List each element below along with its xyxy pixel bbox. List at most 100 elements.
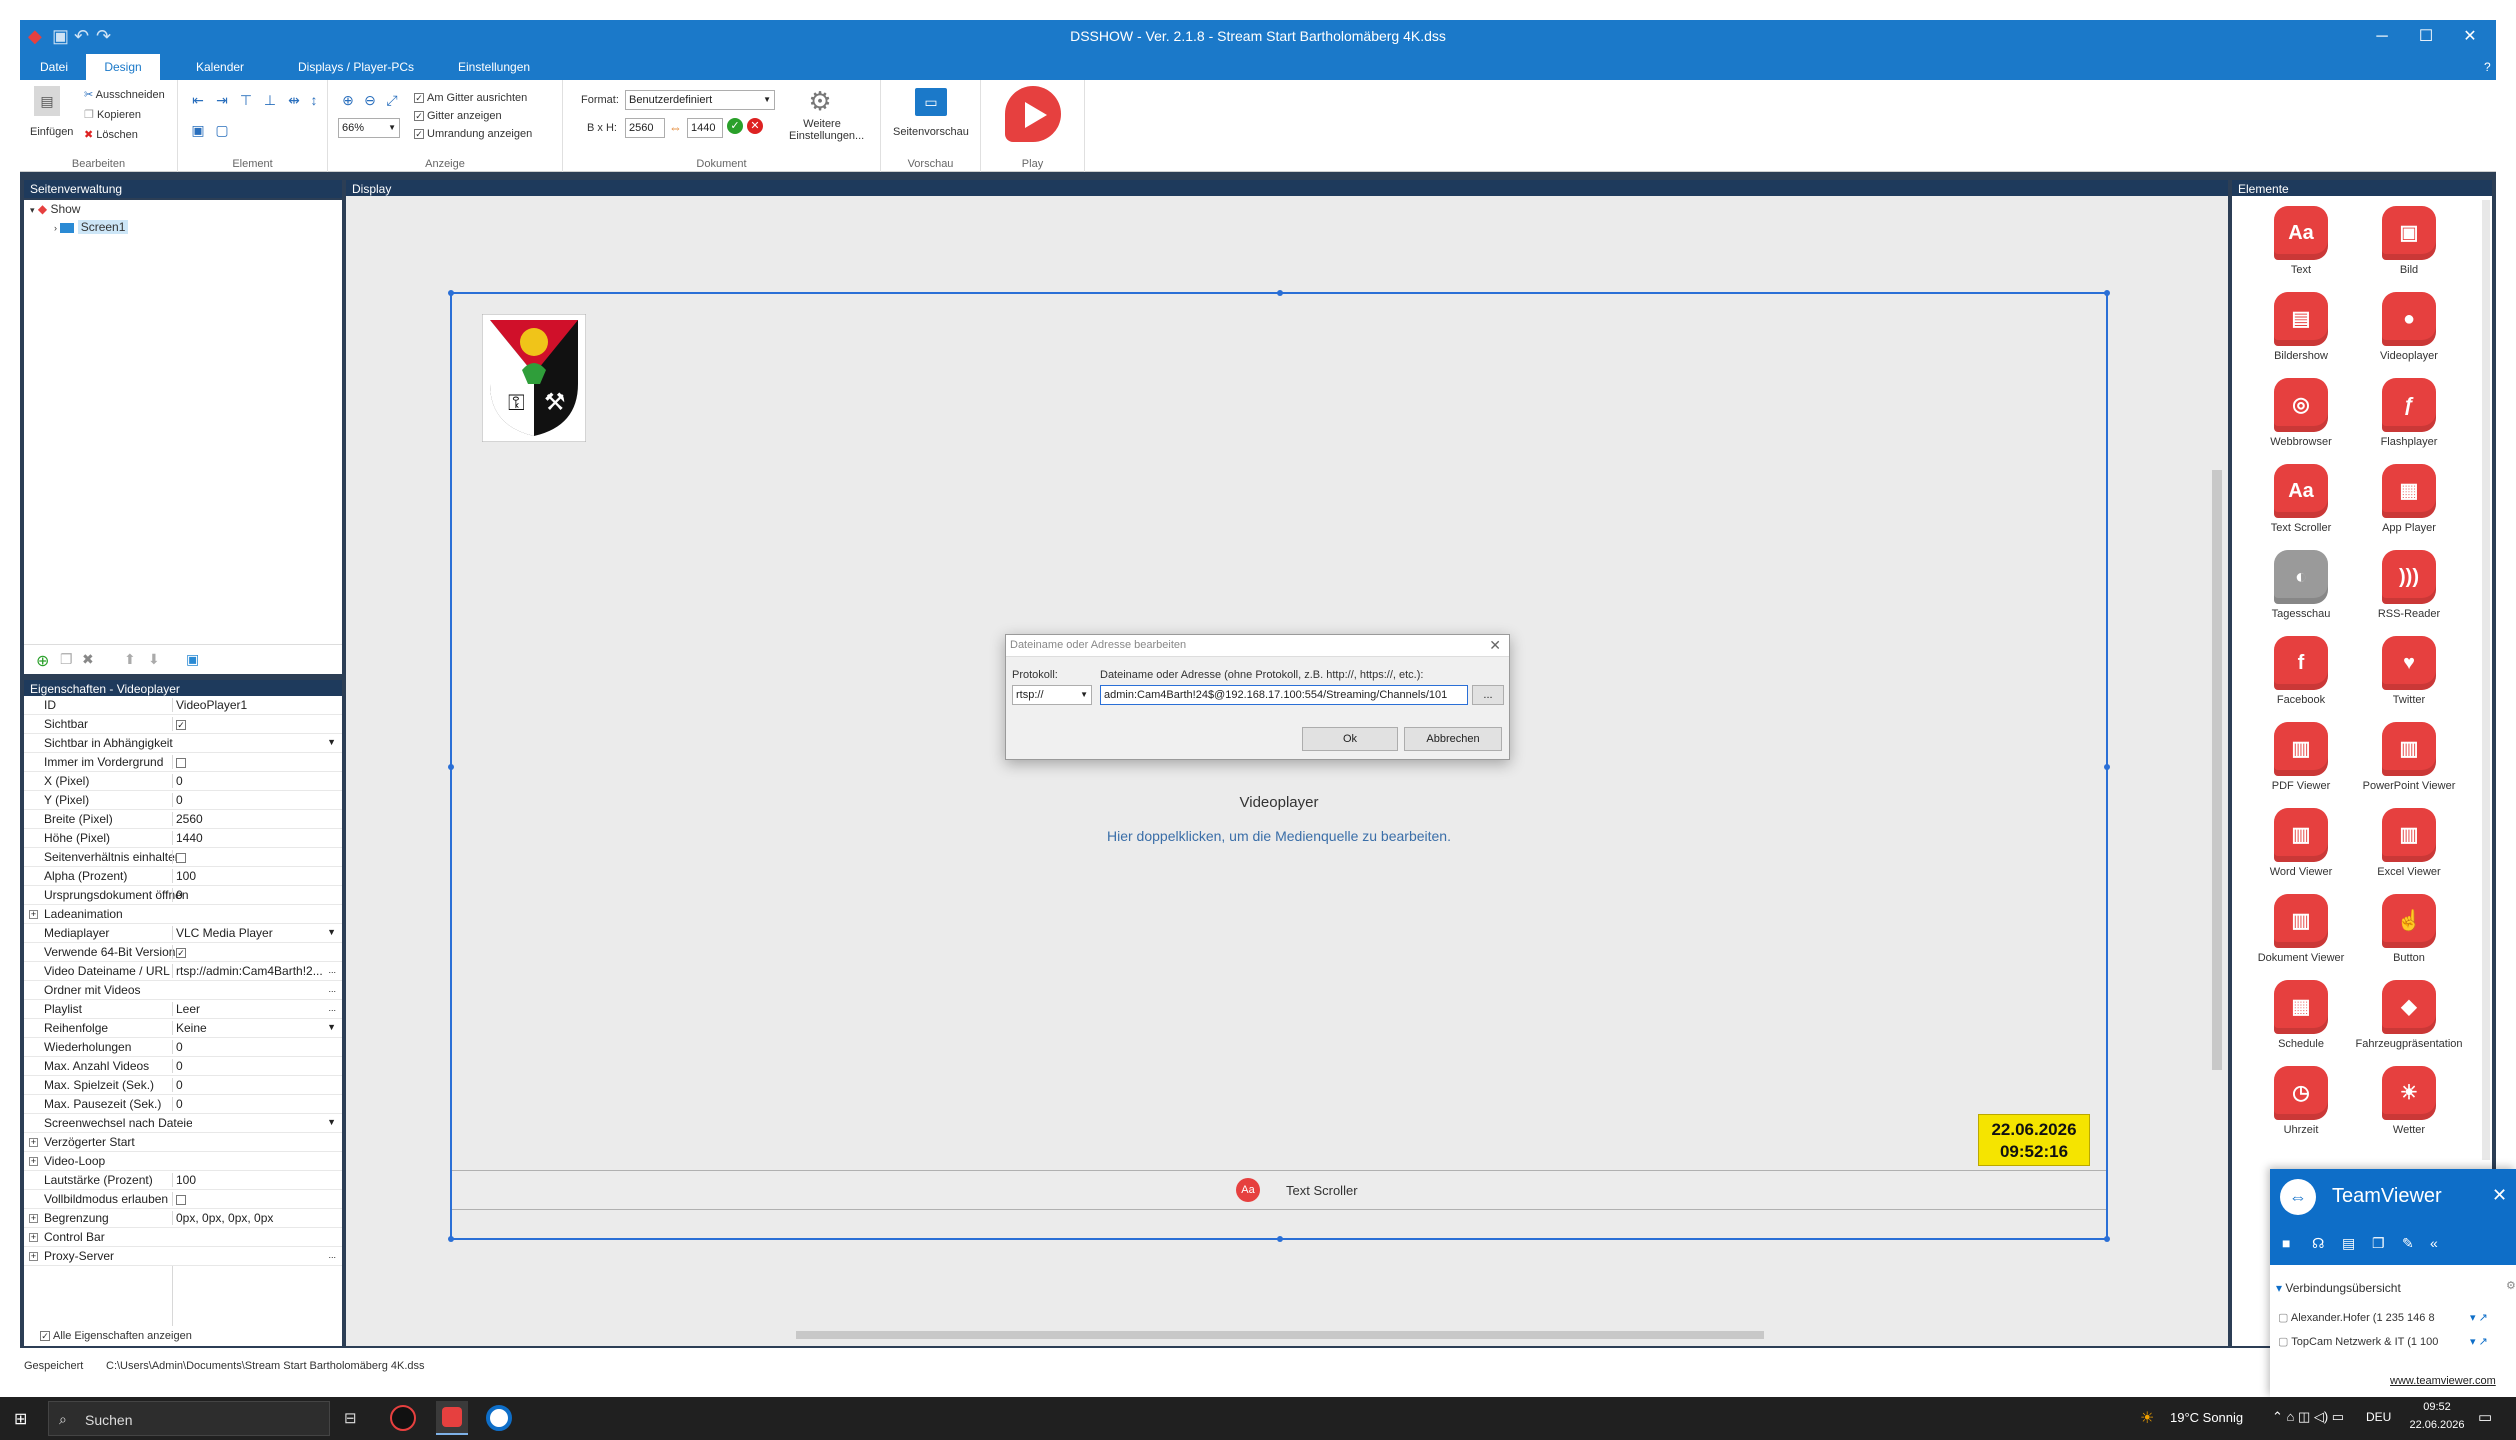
format-select[interactable]: Benutzerdefiniert ▼ bbox=[625, 90, 775, 110]
taskbar-dsshow-icon[interactable] bbox=[436, 1401, 468, 1435]
zoom-in-icon[interactable]: ⊕ bbox=[338, 90, 358, 110]
property-row[interactable]: + Proxy-Server... bbox=[24, 1247, 342, 1266]
move-up-icon[interactable]: ⬆ bbox=[124, 651, 136, 668]
element-tile[interactable]: Aa Text bbox=[2246, 206, 2356, 276]
ok-button[interactable]: Ok bbox=[1302, 727, 1398, 751]
grid-snap-checkbox[interactable]: ✓ Am Gitter ausrichten bbox=[414, 92, 527, 104]
clock-date[interactable]: 22.06.2026 bbox=[2402, 1419, 2472, 1431]
link-ratio-icon[interactable]: ⇔ bbox=[669, 120, 682, 135]
element-tile[interactable]: ◆ Fahrzeugpräsentation bbox=[2354, 980, 2464, 1050]
connection-overview[interactable]: ▾ Verbindungsübersicht bbox=[2276, 1281, 2401, 1295]
element-tile[interactable]: ▣ Bild bbox=[2354, 206, 2464, 276]
connection-item[interactable]: ▢ TopCam Netzwerk & IT (1 100 bbox=[2278, 1335, 2438, 1348]
files-icon[interactable]: ❐ bbox=[2372, 1235, 2385, 1252]
property-value[interactable]: 0 bbox=[172, 1078, 340, 1092]
taskbar-app-icon[interactable] bbox=[390, 1405, 416, 1431]
element-tile[interactable]: ▤ Bildershow bbox=[2246, 292, 2356, 362]
align-right-icon[interactable]: ⇥ bbox=[212, 90, 232, 110]
property-row[interactable]: Max. Anzahl Videos 0 bbox=[24, 1057, 342, 1076]
dropdown-icon[interactable]: ▼ bbox=[327, 737, 336, 747]
expand-icon[interactable]: + bbox=[29, 1157, 38, 1166]
property-value[interactable]: Leer bbox=[172, 1002, 340, 1016]
property-value[interactable]: 0 bbox=[172, 774, 340, 788]
property-value[interactable]: 100 bbox=[172, 1173, 340, 1187]
video-icon[interactable]: ■ bbox=[2282, 1235, 2290, 1251]
resize-handle[interactable] bbox=[448, 1236, 454, 1242]
property-value[interactable]: 0px, 0px, 0px, 0px bbox=[172, 1211, 340, 1225]
connection-action-icon[interactable]: ▾ ↗ bbox=[2470, 1335, 2488, 1348]
property-row[interactable]: Höhe (Pixel) 1440 bbox=[24, 829, 342, 848]
elements-scrollbar[interactable] bbox=[2482, 200, 2490, 1160]
property-row[interactable]: Breite (Pixel) 2560 bbox=[24, 810, 342, 829]
delete-button[interactable]: ✖ Löschen bbox=[84, 128, 138, 141]
videoplayer-hint[interactable]: Hier doppelklicken, um die Medienquelle … bbox=[452, 828, 2106, 844]
bring-front-icon[interactable]: ▣ bbox=[188, 120, 208, 140]
paste-icon[interactable]: ▤ bbox=[34, 86, 60, 116]
element-tile[interactable]: Aa Text Scroller bbox=[2246, 464, 2356, 534]
more-button[interactable]: ... bbox=[328, 1003, 336, 1013]
property-row[interactable]: Reihenfolge Keine ▼ bbox=[24, 1019, 342, 1038]
dropdown-icon[interactable]: ▼ bbox=[327, 1022, 336, 1032]
property-row[interactable]: + Control Bar bbox=[24, 1228, 342, 1247]
headset-icon[interactable]: ☊ bbox=[2312, 1235, 2324, 1252]
property-value[interactable]: 2560 bbox=[172, 812, 340, 826]
resize-handle[interactable] bbox=[448, 290, 454, 296]
property-checkbox[interactable]: ✓ bbox=[176, 947, 186, 958]
monitor-icon[interactable]: ▭ bbox=[915, 88, 947, 116]
element-tile[interactable]: ▥ Excel Viewer bbox=[2354, 808, 2464, 878]
text-scroller-element[interactable]: Aa Text Scroller bbox=[452, 1170, 2106, 1210]
horizontal-scrollbar[interactable] bbox=[350, 1328, 2210, 1342]
chat-icon[interactable]: ▤ bbox=[2342, 1235, 2355, 1252]
element-tile[interactable]: f Facebook bbox=[2246, 636, 2356, 706]
property-row[interactable]: Seitenverhältnis einhalten bbox=[24, 848, 342, 867]
property-row[interactable]: Max. Spielzeit (Sek.) 0 bbox=[24, 1076, 342, 1095]
property-row[interactable]: Video Dateiname / URL rtsp://admin:Cam4Ba… bbox=[24, 962, 342, 981]
resize-handle[interactable] bbox=[1277, 1236, 1283, 1242]
dialog-close-icon[interactable]: ✕ bbox=[1489, 637, 1501, 654]
resize-handle[interactable] bbox=[448, 764, 454, 770]
tab-design[interactable]: Design bbox=[86, 54, 160, 80]
tree-item-show[interactable]: ▾ ◆ Show bbox=[30, 202, 80, 216]
teamviewer-link[interactable]: www.teamviewer.com bbox=[2390, 1375, 2496, 1387]
tools-icon[interactable]: ✎ bbox=[2402, 1235, 2414, 1252]
cancel-button[interactable]: Abbrechen bbox=[1404, 727, 1502, 751]
property-value[interactable] bbox=[172, 755, 340, 769]
page-preview-button[interactable]: Seitenvorschau bbox=[893, 126, 969, 138]
expand-icon[interactable]: + bbox=[29, 1214, 38, 1223]
property-row[interactable]: X (Pixel) 0 bbox=[24, 772, 342, 791]
move-down-icon[interactable]: ⬇ bbox=[148, 651, 160, 668]
delete-page-icon[interactable]: ✖ bbox=[82, 651, 94, 668]
property-row[interactable]: Playlist Leer... bbox=[24, 1000, 342, 1019]
protocol-select[interactable]: rtsp://▼ bbox=[1012, 685, 1092, 705]
show-all-properties-checkbox[interactable]: ✓ Alle Eigenschaften anzeigen bbox=[40, 1330, 192, 1342]
cut-button[interactable]: ✂ Ausschneiden bbox=[84, 88, 165, 101]
paste-button[interactable]: Einfügen bbox=[30, 126, 73, 138]
element-tile[interactable]: ◷ Uhrzeit bbox=[2246, 1066, 2356, 1136]
property-value[interactable]: 0 bbox=[172, 888, 340, 902]
element-tile[interactable]: ▥ Word Viewer bbox=[2246, 808, 2356, 878]
page-settings-icon[interactable]: ▣ bbox=[186, 651, 199, 668]
property-row[interactable]: Y (Pixel) 0 bbox=[24, 791, 342, 810]
property-row[interactable]: ID VideoPlayer1 bbox=[24, 696, 342, 715]
browse-button[interactable]: ... bbox=[1472, 685, 1504, 705]
property-checkbox[interactable]: ✓ bbox=[176, 719, 186, 730]
center-horizontal-icon[interactable]: ⇹ bbox=[284, 90, 304, 110]
gear-icon[interactable]: ⚙ bbox=[805, 86, 835, 116]
property-value[interactable]: VLC Media Player bbox=[172, 926, 340, 940]
property-value[interactable]: 0 bbox=[172, 1059, 340, 1073]
more-button[interactable]: ... bbox=[328, 965, 336, 975]
tab-kalender[interactable]: Kalender bbox=[182, 54, 258, 80]
zoom-select[interactable]: 66% ▼ bbox=[338, 118, 400, 138]
expand-icon[interactable]: + bbox=[29, 910, 38, 919]
element-tile[interactable]: ● Videoplayer bbox=[2354, 292, 2464, 362]
align-left-icon[interactable]: ⇤ bbox=[188, 90, 208, 110]
notifications-icon[interactable]: ▭ bbox=[2478, 1408, 2492, 1426]
expand-icon[interactable]: + bbox=[29, 1233, 38, 1242]
height-input[interactable]: 1440 bbox=[687, 118, 723, 138]
task-view-icon[interactable]: ⊟ bbox=[344, 1409, 357, 1427]
width-input[interactable]: 2560 bbox=[625, 118, 665, 138]
property-checkbox[interactable] bbox=[176, 757, 186, 768]
property-row[interactable]: + Verzögerter Start bbox=[24, 1133, 342, 1152]
tree-item-screen1[interactable]: › Screen1 bbox=[54, 220, 129, 234]
property-row[interactable]: Screenwechsel nach Dateiende ▼ bbox=[24, 1114, 342, 1133]
